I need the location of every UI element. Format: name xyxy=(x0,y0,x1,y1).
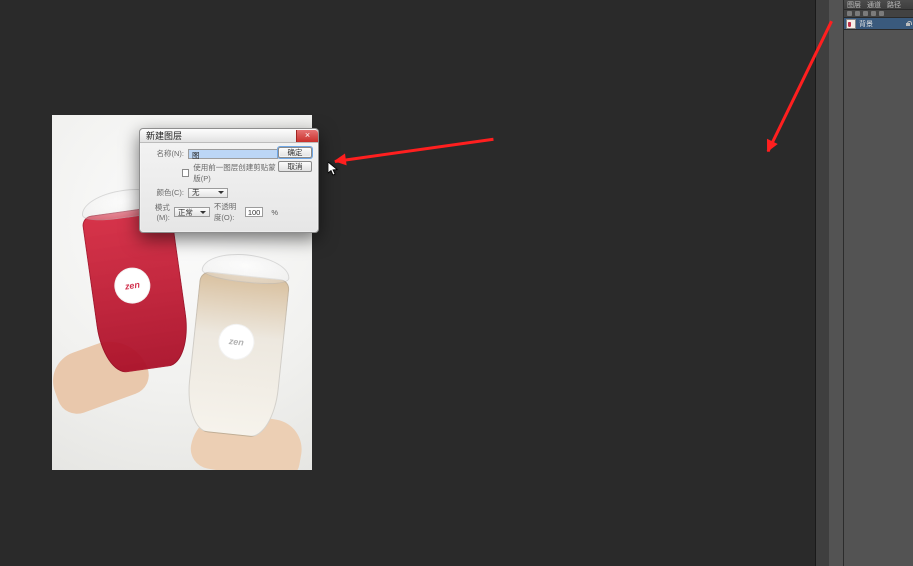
panel-gutter xyxy=(829,0,843,566)
tab-paths[interactable]: 路径 xyxy=(887,0,901,10)
filter-icon[interactable] xyxy=(847,11,852,16)
dialog-close-button[interactable]: × xyxy=(296,130,318,142)
opacity-label: 不透明度(O): xyxy=(214,201,241,223)
clip-mask-label: 使用前一图层创建剪贴蒙版(P) xyxy=(193,162,278,184)
layer-row-background[interactable]: 背景 xyxy=(844,18,913,30)
photo-logo-red: zen xyxy=(112,265,153,306)
layers-panel-options-row xyxy=(844,10,913,18)
dialog-title: 新建图层 xyxy=(146,129,182,142)
dialog-titlebar[interactable]: 新建图层 × xyxy=(140,129,318,143)
opacity-unit: % xyxy=(271,208,278,217)
tab-channels[interactable]: 通道 xyxy=(867,0,881,10)
chevron-down-icon xyxy=(218,191,224,194)
color-select[interactable]: 无 xyxy=(188,188,228,198)
layer-thumbnail[interactable] xyxy=(846,19,856,29)
layers-panel: 图层 通道 路径 背景 xyxy=(843,0,913,566)
filter-icon[interactable] xyxy=(863,11,868,16)
mode-select[interactable]: 正常 xyxy=(174,207,210,217)
chevron-down-icon xyxy=(200,211,206,214)
close-icon: × xyxy=(305,131,310,140)
clip-mask-checkbox[interactable] xyxy=(182,169,189,177)
mode-select-value: 正常 xyxy=(178,207,193,218)
filter-icon[interactable] xyxy=(855,11,860,16)
layer-name-input[interactable]: 图 xyxy=(188,149,278,159)
filter-icon[interactable] xyxy=(871,11,876,16)
color-label: 颜色(C): xyxy=(146,187,184,198)
mode-label: 模式(M): xyxy=(146,202,170,222)
layers-panel-tabs[interactable]: 图层 通道 路径 xyxy=(844,0,913,10)
cancel-button[interactable]: 取消 xyxy=(278,161,312,172)
color-select-value: 无 xyxy=(192,187,200,198)
layer-name-label: 背景 xyxy=(859,19,902,29)
photo-logo-white: zen xyxy=(217,322,257,362)
opacity-input[interactable]: 100 xyxy=(245,207,264,217)
lock-icon[interactable] xyxy=(905,21,911,27)
filter-icon[interactable] xyxy=(879,11,884,16)
tab-layers[interactable]: 图层 xyxy=(847,0,861,10)
new-layer-dialog: 新建图层 × 确定 取消 名称(N): 图 使用前一图层创建剪贴蒙版(P) xyxy=(139,128,319,233)
name-label: 名称(N): xyxy=(146,148,184,159)
cursor-icon xyxy=(328,162,338,176)
ok-button[interactable]: 确定 xyxy=(278,147,312,158)
vertical-scrollbar[interactable] xyxy=(815,0,829,566)
canvas-area: zen zen 新建图层 × 确定 取消 名称(N): 图 xyxy=(0,0,813,566)
